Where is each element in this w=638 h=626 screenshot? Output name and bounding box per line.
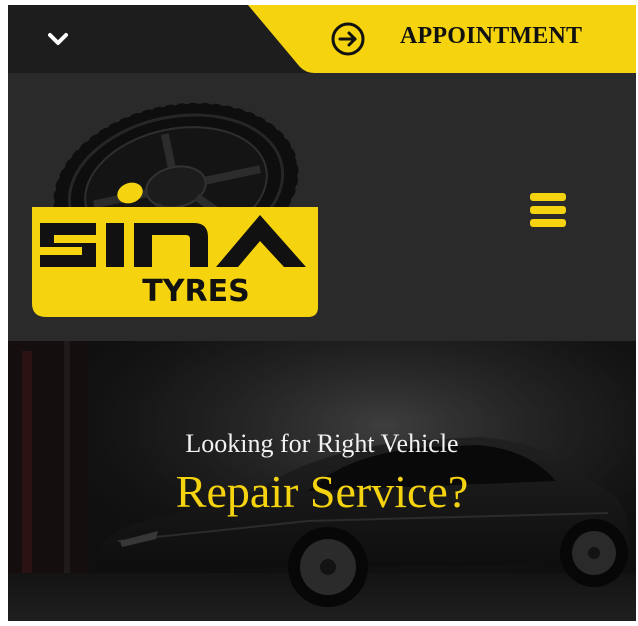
appointment-button[interactable]: APPOINTMENT — [248, 5, 636, 73]
site-header: TYRES — [8, 73, 636, 341]
hero-subtitle: Looking for Right Vehicle — [185, 429, 459, 458]
hero-banner: Looking for Right Vehicle Repair Service… — [8, 341, 636, 621]
top-bar: APPOINTMENT — [8, 5, 636, 73]
page: APPOINTMENT TYRES Looking for Right Vehi… — [8, 5, 636, 621]
logo-tagline: TYRES — [142, 274, 249, 309]
hamburger-menu-icon[interactable] — [526, 191, 570, 229]
arrow-right-circle-icon — [331, 22, 365, 56]
sina-tyres-logo[interactable]: TYRES — [26, 95, 326, 327]
appointment-label: APPOINTMENT — [400, 23, 583, 49]
logo-graphic: TYRES — [32, 101, 318, 317]
chevron-down-icon — [48, 33, 68, 45]
top-bar-toggle-button[interactable] — [36, 23, 80, 57]
hero-title: Repair Service? — [175, 466, 469, 517]
